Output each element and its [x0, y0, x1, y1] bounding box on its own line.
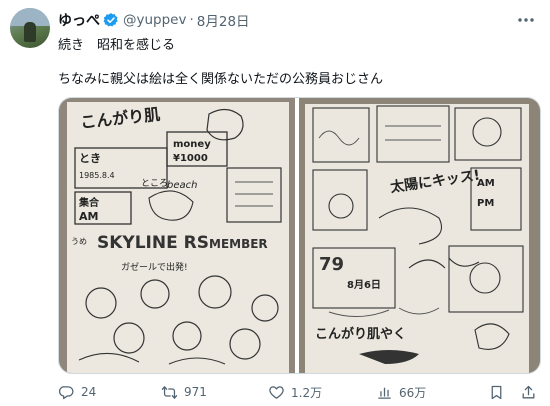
team-member: MEMBER	[209, 237, 268, 251]
place-value: beach	[167, 180, 197, 191]
flyer-left-drawing: こんがり肌 とき 1985.8.4 money ¥1000 ところ beach …	[59, 98, 295, 373]
retweet-icon	[161, 385, 178, 399]
photo-right[interactable]: 太陽にキッス! AM PM 79 8月6日 こんがり肌やく	[299, 98, 540, 373]
reply-count: 24	[81, 385, 97, 399]
big-number: 79	[319, 254, 344, 275]
handle[interactable]: @yuppev	[123, 12, 186, 28]
separator-dot: ·	[189, 12, 194, 28]
views-chart-icon	[378, 387, 391, 399]
money-label: money	[173, 139, 211, 150]
tweet-header: ゆっぺ @yuppev · 8月28日	[58, 10, 250, 30]
am-label: AM	[477, 178, 495, 189]
car-caption: ガゼールで出発!	[121, 261, 188, 273]
ending-text: こんがり肌やく	[315, 326, 406, 342]
post-date[interactable]: 8月28日	[197, 10, 250, 30]
verified-badge-icon	[103, 13, 118, 27]
photo-left[interactable]: こんがり肌 とき 1985.8.4 money ¥1000 ところ beach …	[59, 98, 295, 373]
like-button[interactable]: 1.2万	[268, 381, 322, 403]
flyer-right-drawing: 太陽にキッス! AM PM 79 8月6日 こんがり肌やく	[299, 98, 540, 373]
reply-button[interactable]: 24	[58, 381, 96, 403]
tweet-text-line2: ちなみに親父は絵は全く関係ないただの公務員おじさん	[58, 72, 384, 87]
like-count: 1.2万	[291, 385, 323, 400]
bookmark-icon	[491, 385, 502, 399]
place-label: ところ	[141, 178, 168, 189]
date-text: 8月6日	[347, 279, 381, 291]
gather-label: 集合	[78, 196, 100, 209]
heart-icon	[269, 385, 284, 399]
share-icon	[522, 385, 535, 398]
avatar-person	[24, 22, 36, 42]
bookmark-button[interactable]	[488, 381, 511, 403]
team-name: SKYLINE RS	[97, 233, 209, 253]
team-prefix: うめ	[71, 237, 87, 246]
display-name[interactable]: ゆっぺ	[58, 10, 100, 30]
action-bar: 24 971 1.2万 66万	[58, 381, 540, 403]
share-button[interactable]	[520, 381, 543, 403]
views-button[interactable]: 66万	[376, 381, 426, 403]
tweet: ゆっぺ @yuppev · 8月28日 続き 昭和を感じる ちなみに親父は絵は全…	[0, 0, 550, 406]
reply-icon	[58, 385, 74, 399]
tweet-text-line1: 続き 昭和を感じる	[58, 38, 176, 53]
avatar[interactable]	[10, 8, 50, 48]
more-options-icon[interactable]	[516, 10, 536, 30]
pm-label: PM	[477, 198, 494, 209]
views-count: 66万	[399, 385, 427, 400]
retweet-button[interactable]: 971	[161, 381, 207, 403]
money-value: ¥1000	[173, 153, 208, 164]
date-label: とき	[79, 152, 101, 165]
time-value: AM	[79, 210, 98, 223]
retweet-count: 971	[184, 385, 207, 399]
date-value: 1985.8.4	[79, 171, 115, 180]
photo-grid: こんがり肌 とき 1985.8.4 money ¥1000 ところ beach …	[58, 97, 541, 374]
